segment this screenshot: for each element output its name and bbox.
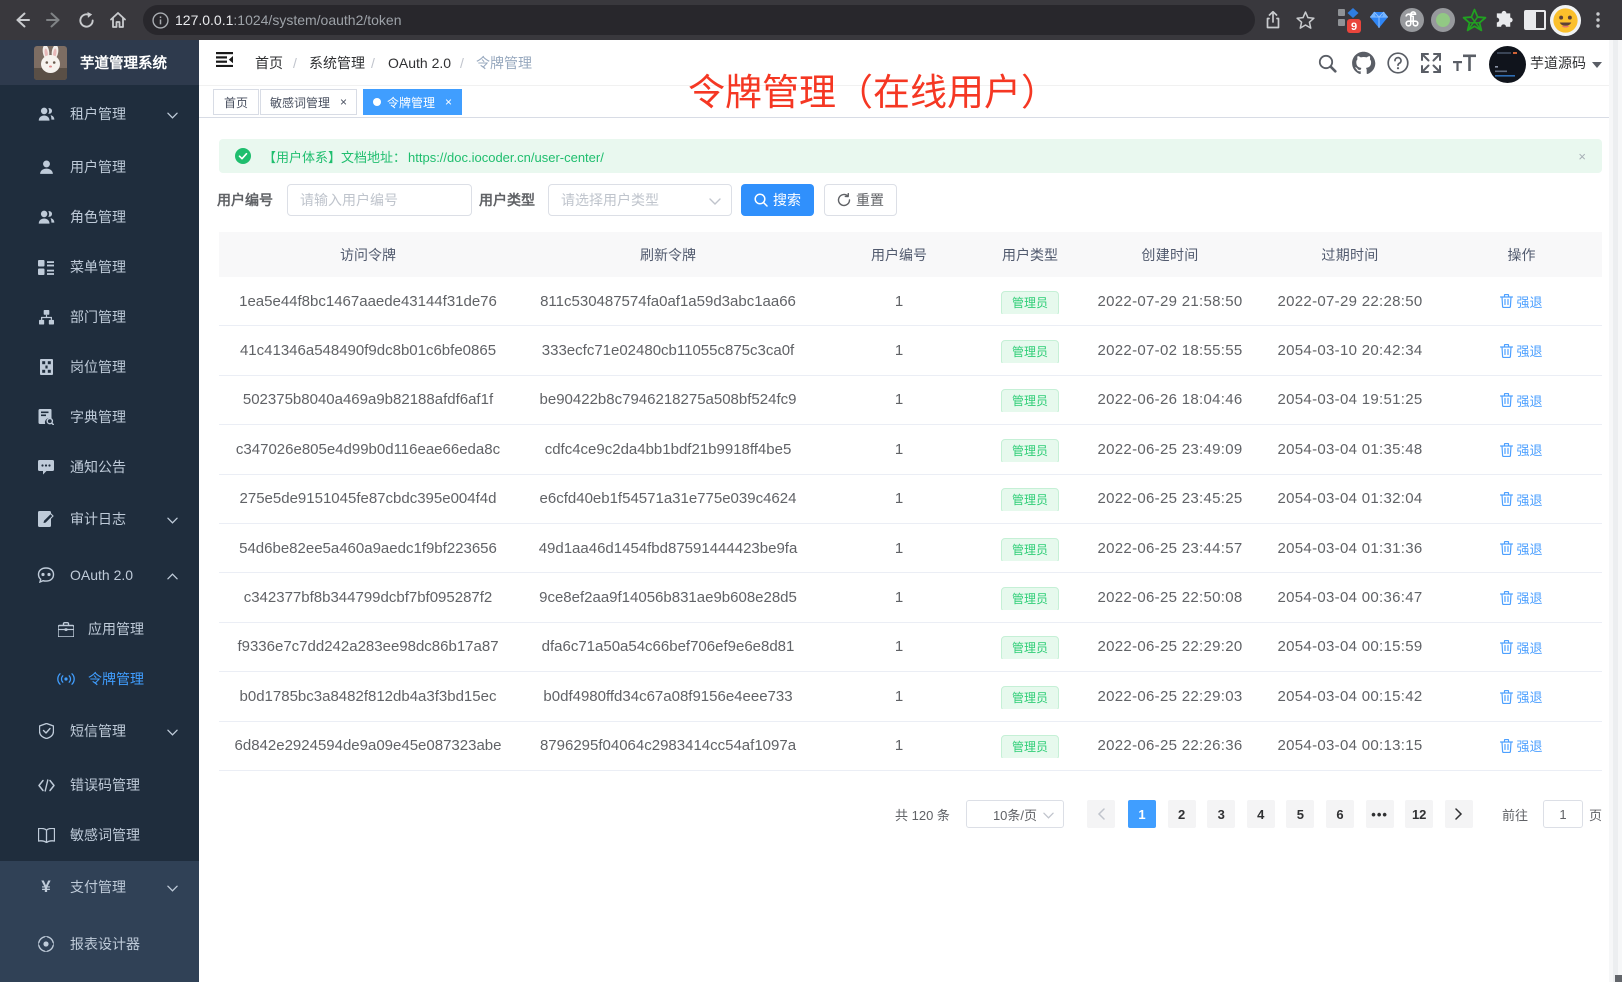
svg-text:9: 9 bbox=[1351, 21, 1357, 33]
